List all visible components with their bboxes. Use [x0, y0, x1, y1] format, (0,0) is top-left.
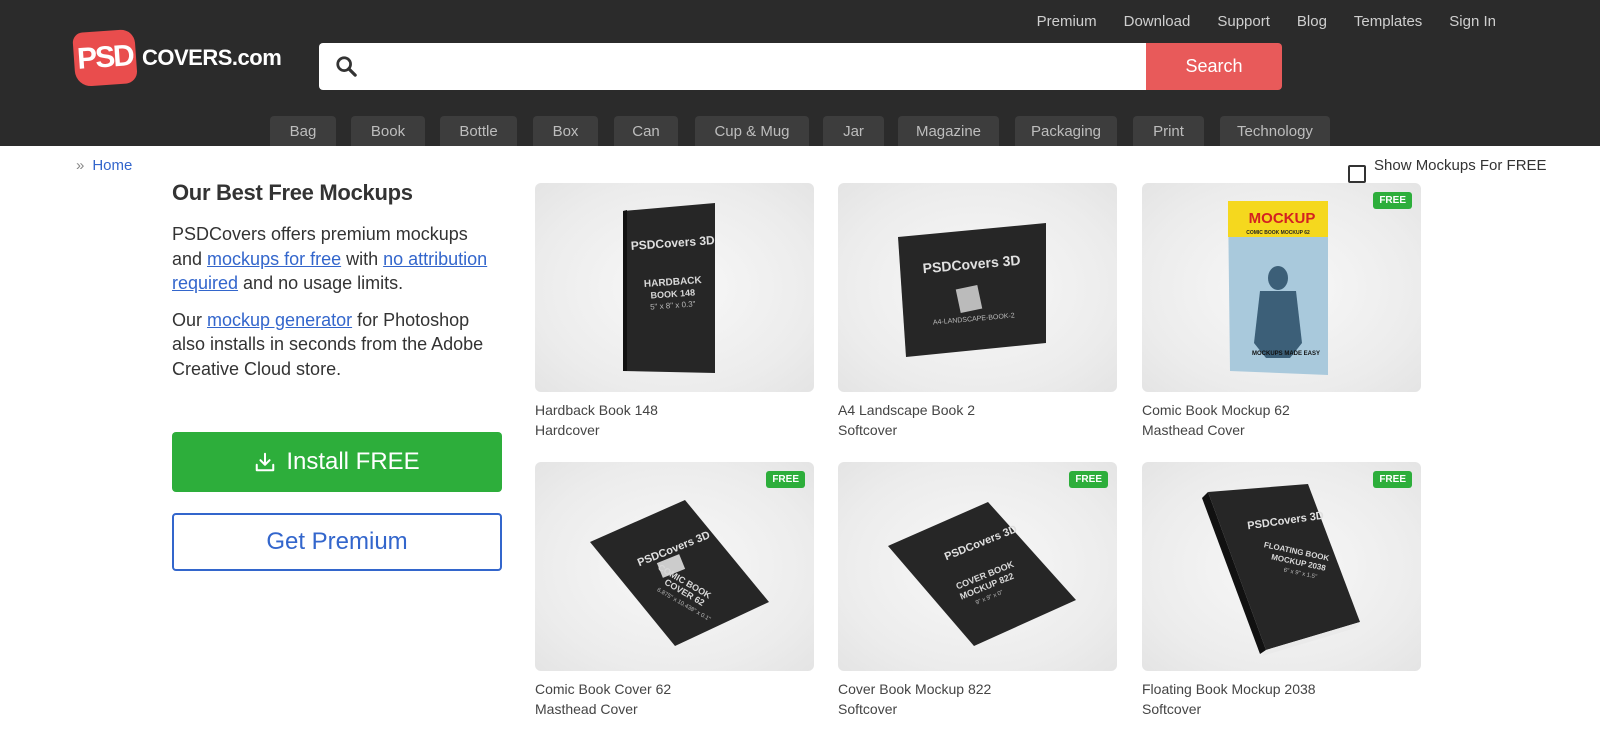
- breadcrumb-home[interactable]: Home: [92, 157, 132, 174]
- book-cover-image: PSDCovers 3D COMIC BOOK COVER 62 6.875" …: [590, 500, 769, 646]
- mockup-thumbnail[interactable]: PSDCovers 3D COMIC BOOK COVER 62 6.875" …: [535, 462, 814, 671]
- category-bottle[interactable]: Bottle: [440, 116, 517, 146]
- nav-sign-in[interactable]: Sign In: [1449, 12, 1496, 32]
- mockup-card[interactable]: MOCKUP COMIC BOOK MOCKUP 62 MOCKUPS MADE…: [1142, 183, 1421, 440]
- category-print[interactable]: Print: [1133, 116, 1204, 146]
- search-box: [319, 43, 1146, 90]
- top-nav: Premium Download Support Blog Templates …: [1010, 12, 1496, 32]
- free-badge: FREE: [1373, 471, 1412, 488]
- mockup-subtitle: Masthead Cover: [535, 701, 638, 717]
- mockup-title[interactable]: A4 Landscape Book 2: [838, 400, 1117, 420]
- category-book[interactable]: Book: [351, 116, 425, 146]
- mockup-thumbnail[interactable]: PSDCovers 3D COVER BOOK MOCKUP 822 9" x …: [838, 462, 1117, 671]
- book-cover-image: PSDCovers 3D FLOATING BOOK MOCKUP 2038 6…: [1202, 484, 1360, 656]
- mockup-title[interactable]: Hardback Book 148: [535, 400, 814, 420]
- mockup-subtitle: Softcover: [1142, 701, 1202, 717]
- cover-text: MOCKUP: [1249, 210, 1316, 227]
- category-bag[interactable]: Bag: [270, 116, 336, 146]
- page-title: Our Best Free Mockups: [172, 180, 413, 205]
- intro-text: Our: [172, 309, 208, 330]
- nav-blog[interactable]: Blog: [1297, 12, 1327, 32]
- mockup-generator-link[interactable]: mockup generator: [207, 310, 352, 330]
- nav-premium[interactable]: Premium: [1037, 12, 1097, 32]
- nav-download[interactable]: Download: [1124, 12, 1191, 32]
- comic-cover-image: MOCKUP COMIC BOOK MOCKUP 62 MOCKUPS MADE…: [1228, 201, 1328, 375]
- mockup-thumbnail[interactable]: PSDCovers 3D HARDBACK BOOK 148 5" x 8" x…: [535, 183, 814, 392]
- free-mockups-toggle[interactable]: Show Mockups For FREE: [1348, 157, 1547, 183]
- free-mockups-checkbox[interactable]: [1348, 165, 1366, 183]
- category-magazine[interactable]: Magazine: [898, 116, 999, 146]
- intro-text: with: [341, 248, 384, 269]
- free-badge: FREE: [1069, 471, 1108, 488]
- mockup-subtitle: Hardcover: [535, 422, 600, 438]
- logo-text: COVERS.com: [142, 45, 282, 70]
- category-box[interactable]: Box: [533, 116, 598, 146]
- logo-badge: PSD: [72, 28, 138, 88]
- breadcrumb-separator: »: [76, 157, 85, 174]
- mockup-card[interactable]: PSDCovers 3D FLOATING BOOK MOCKUP 2038 6…: [1142, 462, 1421, 719]
- category-packaging[interactable]: Packaging: [1015, 116, 1117, 146]
- mockup-subtitle: Masthead Cover: [1142, 422, 1245, 438]
- breadcrumb: » Home: [76, 157, 132, 174]
- mockup-subtitle: Softcover: [838, 422, 898, 438]
- category-tabs: Bag Book Bottle Box Can Cup & Mug Jar Ma…: [0, 116, 1600, 146]
- nav-templates[interactable]: Templates: [1354, 12, 1422, 32]
- search-bar: Search: [319, 43, 1282, 90]
- mockup-title[interactable]: Cover Book Mockup 822: [838, 679, 1117, 699]
- book-cover-image: PSDCovers 3D A4-LANDSCAPE-BOOK-2: [898, 223, 1046, 357]
- search-icon: [336, 56, 357, 77]
- mockup-card[interactable]: PSDCovers 3D A4-LANDSCAPE-BOOK-2 A4 Land…: [838, 183, 1117, 440]
- cover-text: COMIC BOOK MOCKUP 62: [1246, 230, 1310, 236]
- cover-text: MOCKUPS MADE EASY: [1252, 351, 1320, 357]
- get-premium-button[interactable]: Get Premium: [172, 513, 502, 571]
- mockup-title[interactable]: Floating Book Mockup 2038: [1142, 679, 1421, 699]
- search-button[interactable]: Search: [1146, 43, 1282, 90]
- mockups-for-free-link[interactable]: mockups for free: [207, 249, 341, 269]
- site-logo[interactable]: PSD COVERS.com: [72, 28, 282, 88]
- free-mockups-label: Show Mockups For FREE: [1374, 157, 1547, 174]
- category-cup-mug[interactable]: Cup & Mug: [695, 116, 809, 146]
- intro-paragraph-2: Our mockup generator for Photoshop also …: [172, 308, 502, 382]
- mockup-subtitle: Softcover: [838, 701, 898, 717]
- free-badge: FREE: [766, 471, 805, 488]
- mockup-title[interactable]: Comic Book Mockup 62: [1142, 400, 1421, 420]
- install-free-label: Install FREE: [286, 448, 420, 475]
- free-badge: FREE: [1373, 192, 1412, 209]
- logo-badge-text: PSD: [76, 39, 134, 76]
- mockup-thumbnail[interactable]: MOCKUP COMIC BOOK MOCKUP 62 MOCKUPS MADE…: [1142, 183, 1421, 392]
- site-header: PSD COVERS.com Premium Download Support …: [0, 0, 1600, 146]
- mockup-title[interactable]: Comic Book Cover 62: [535, 679, 814, 699]
- mockup-card[interactable]: PSDCovers 3D COVER BOOK MOCKUP 822 9" x …: [838, 462, 1117, 719]
- download-icon: [256, 452, 275, 472]
- nav-support[interactable]: Support: [1217, 12, 1270, 32]
- mockup-thumbnail[interactable]: PSDCovers 3D A4-LANDSCAPE-BOOK-2: [838, 183, 1117, 392]
- mockup-card[interactable]: PSDCovers 3D HARDBACK BOOK 148 5" x 8" x…: [535, 183, 814, 440]
- search-input[interactable]: [319, 43, 1146, 90]
- category-technology[interactable]: Technology: [1220, 116, 1330, 146]
- install-free-button[interactable]: Install FREE: [172, 432, 502, 492]
- category-can[interactable]: Can: [614, 116, 678, 146]
- book-cover-image: PSDCovers 3D COVER BOOK MOCKUP 822 9" x …: [888, 502, 1076, 646]
- category-jar[interactable]: Jar: [823, 116, 884, 146]
- mockup-card[interactable]: PSDCovers 3D COMIC BOOK COVER 62 6.875" …: [535, 462, 814, 719]
- intro-paragraph-1: PSDCovers offers premium mockups and moc…: [172, 222, 502, 296]
- book-cover-image: PSDCovers 3D HARDBACK BOOK 148 5" x 8" x…: [623, 203, 715, 373]
- mockup-thumbnail[interactable]: PSDCovers 3D FLOATING BOOK MOCKUP 2038 6…: [1142, 462, 1421, 671]
- intro-text: and no usage limits.: [238, 273, 404, 293]
- intro-panel: Our Best Free Mockups PSDCovers offers p…: [172, 180, 502, 571]
